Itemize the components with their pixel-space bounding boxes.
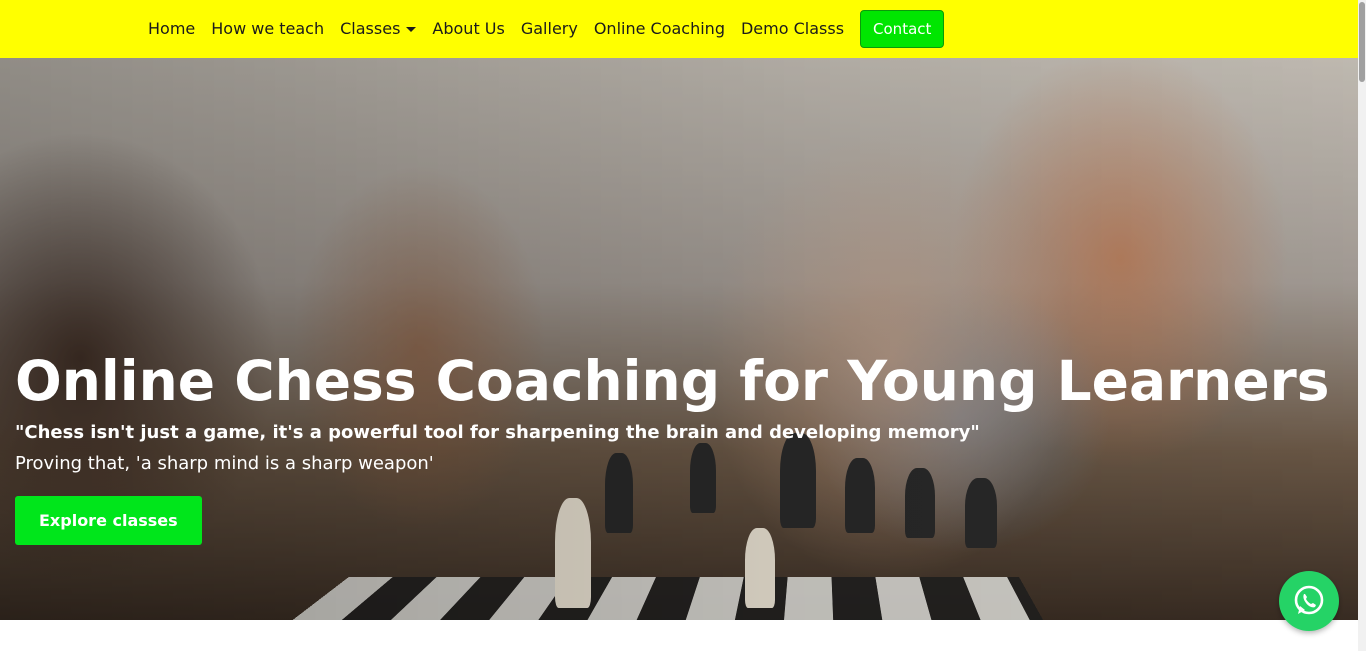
nav-how-we-teach[interactable]: How we teach: [203, 0, 332, 58]
nav-gallery[interactable]: Gallery: [513, 0, 586, 58]
hero-title: Online Chess Coaching for Young Learners: [15, 349, 1330, 413]
hero-banner: Online Chess Coaching for Young Learners…: [0, 58, 1358, 620]
chevron-down-icon: [406, 27, 417, 32]
nav-about-us[interactable]: About Us: [424, 0, 512, 58]
explore-classes-button[interactable]: Explore classes: [15, 496, 202, 545]
hero-content: Online Chess Coaching for Young Learners…: [15, 348, 1330, 545]
nav-home[interactable]: Home: [140, 0, 203, 58]
nav-online-coaching[interactable]: Online Coaching: [586, 0, 733, 58]
nav-demo-class[interactable]: Demo Classs: [733, 0, 852, 58]
hero-subtitle: Proving that, 'a sharp mind is a sharp w…: [15, 453, 434, 474]
contact-button[interactable]: Contact: [860, 10, 945, 48]
scrollbar-thumb[interactable]: [1359, 2, 1365, 82]
whatsapp-button[interactable]: [1279, 571, 1339, 631]
page-scrollbar[interactable]: [1358, 0, 1366, 651]
hero-quote: "Chess isn't just a game, it's a powerfu…: [15, 422, 980, 443]
top-navbar: Home How we teach Classes About Us Galle…: [0, 0, 1358, 58]
nav-classes-dropdown[interactable]: Classes: [332, 0, 424, 58]
whatsapp-icon: [1294, 585, 1324, 615]
nav-classes-label: Classes: [340, 19, 401, 38]
